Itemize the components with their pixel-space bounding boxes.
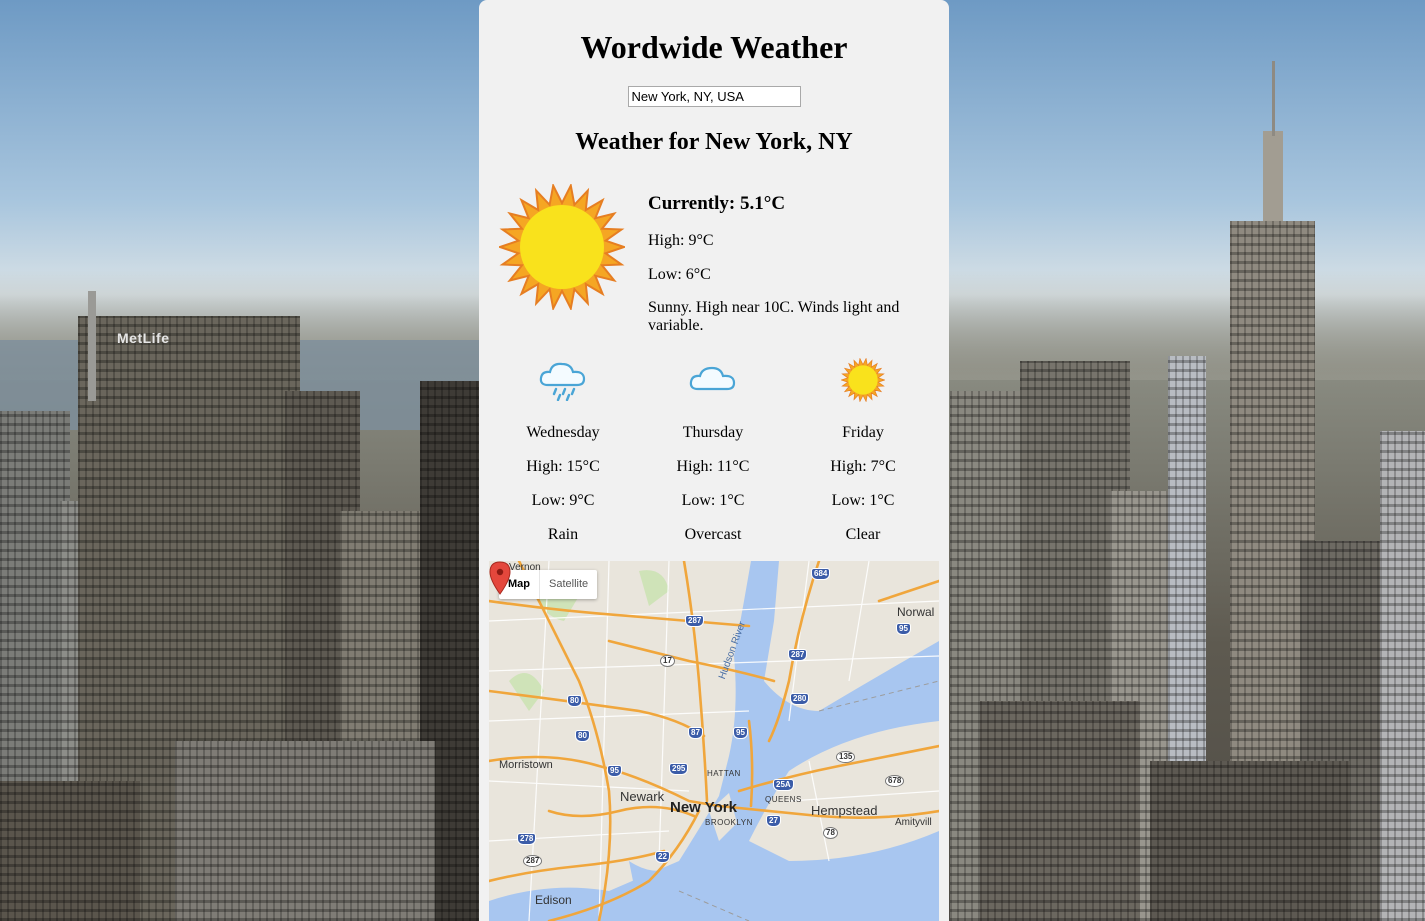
sun-icon (499, 184, 625, 310)
route-shield: 278 (517, 833, 537, 845)
map-label-manhattan: HATTAN (707, 769, 741, 778)
map-label-edison: Edison (535, 893, 572, 907)
route-shield: 287 (788, 649, 808, 661)
route-shield: 95 (733, 727, 748, 739)
route-shield: 25A (773, 779, 794, 791)
route-shield: 87 (688, 727, 703, 739)
map-label-hempstead: Hempstead (811, 803, 878, 818)
map-type-toggle: Map Satellite (499, 570, 598, 599)
route-shield: 22 (655, 851, 670, 863)
forecast-day: Wednesday High: 15°C Low: 9°C Rain (488, 350, 638, 550)
route-shield: 95 (896, 623, 911, 635)
route-shield: 684 (811, 568, 831, 580)
search-container (479, 86, 949, 108)
rain-cloud-icon (539, 362, 586, 401)
forecast-day-low: Low: 1°C (681, 492, 745, 509)
route-shield: 80 (567, 695, 582, 707)
map-label-vernon: Vernon (509, 562, 541, 573)
weather-panel: Wordwide Weather Weather for New York, N… (479, 0, 949, 921)
route-shield: 95 (607, 765, 622, 777)
route-shield: 80 (575, 730, 590, 742)
map-canvas[interactable] (489, 561, 939, 921)
satellite-view-button[interactable]: Satellite (540, 570, 597, 599)
forecast-day-name: Thursday (682, 424, 744, 441)
forecast-day-condition: Clear (845, 526, 881, 543)
route-shield: 280 (790, 693, 810, 705)
map-label-amityville: Amityvill (895, 817, 932, 828)
current-high: High: 9°C (648, 232, 714, 249)
forecast-list: Wednesday High: 15°C Low: 9°C Rain Thurs… (488, 350, 938, 550)
current-description: Sunny. High near 10C. Winds light and va… (648, 299, 900, 334)
map-label-queens: QUEENS (765, 795, 802, 804)
forecast-day-condition: Overcast (684, 526, 742, 543)
forecast-day: Thursday High: 11°C Low: 1°C Overcast (638, 350, 788, 550)
route-shield: 295 (669, 763, 689, 775)
map-label-new-york: New York (670, 799, 737, 816)
map-label-newark: Newark (620, 789, 665, 804)
map-label-norwalk: Norwal (897, 605, 935, 619)
location-heading: Weather for New York, NY (575, 129, 853, 155)
route-shield: 27 (766, 815, 781, 827)
route-shield: 78 (823, 827, 838, 839)
current-conditions: Currently: 5.1°C High: 9°C Low: 6°C Sunn… (479, 180, 949, 340)
current-low: Low: 6°C (648, 266, 711, 283)
map-label-brooklyn: BROOKLYN (705, 818, 753, 827)
metlife-sign: MetLife (117, 330, 170, 346)
forecast-day-name: Friday (842, 424, 884, 441)
current-temperature: Currently: 5.1°C (648, 193, 786, 214)
forecast-day: Friday High: 7°C Low: 1°C Clear (788, 350, 938, 550)
forecast-day-high: High: 11°C (676, 458, 750, 475)
forecast-day-name: Wednesday (526, 424, 600, 441)
location-search-input[interactable] (627, 86, 801, 107)
forecast-day-condition: Rain (547, 526, 579, 543)
forecast-day-low: Low: 9°C (531, 492, 595, 509)
cloud-icon (689, 366, 736, 391)
map-label-morristown: Morristown (499, 759, 553, 771)
app-title: Wordwide Weather (580, 29, 848, 65)
map-marker-icon[interactable] (489, 561, 511, 595)
sun-icon (841, 358, 885, 402)
forecast-day-high: High: 7°C (830, 458, 896, 475)
route-shield: 17 (660, 655, 675, 667)
forecast-day-low: Low: 1°C (831, 492, 895, 509)
forecast-day-high: High: 15°C (526, 458, 600, 475)
route-shield: 287 (685, 615, 705, 627)
location-map[interactable]: Map Satellite Vernon Norwal Morristown N… (489, 561, 939, 921)
